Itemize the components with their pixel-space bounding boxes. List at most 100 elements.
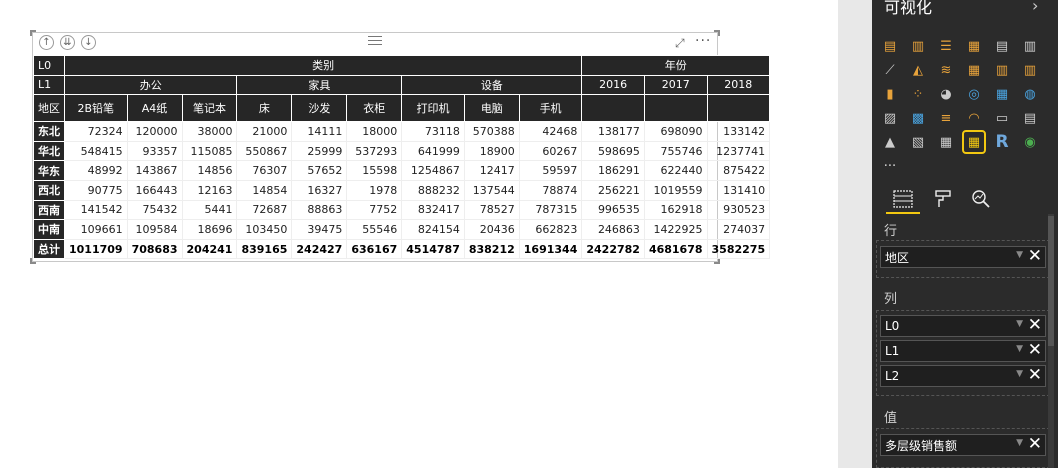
table-cell: 133142 <box>706 121 771 142</box>
remove-field-icon[interactable]: ✕ <box>1028 246 1042 266</box>
column-header: 打印机 <box>401 94 465 123</box>
rows-field-well[interactable]: 地区 ▼ ✕ <box>880 246 1046 268</box>
table-cell: 15598 <box>346 160 403 181</box>
chevron-down-icon[interactable]: ▼ <box>1016 319 1023 329</box>
map-icon[interactable]: ◍ <box>1020 84 1040 104</box>
row-header: 华东 <box>33 160 65 181</box>
expand-all-icon[interactable]: ⇊ <box>60 35 75 50</box>
chevron-down-icon[interactable]: ▼ <box>1016 438 1023 448</box>
kpi-icon[interactable]: ▲ <box>880 132 900 152</box>
table-cell: 256221 <box>581 179 645 201</box>
format-paint-roller-icon[interactable] <box>926 184 960 214</box>
drill-up-icon[interactable]: ↑ <box>39 35 54 50</box>
field-well-label: 多层级销售额 <box>885 438 958 453</box>
table-cell: 120000 <box>126 121 183 142</box>
table-icon[interactable]: ▦ <box>936 132 956 152</box>
shape-map-icon[interactable]: ▩ <box>908 108 928 128</box>
table-cell: 662823 <box>518 219 583 240</box>
drag-grip-icon[interactable] <box>368 36 382 46</box>
table-cell: 72324 <box>64 121 128 142</box>
level-label: L0 <box>33 55 65 76</box>
table-cell: 641999 <box>401 140 465 162</box>
visual-header: ↑ ⇊ ↓ ⤢ ··· <box>33 33 717 53</box>
table-cell: 598695 <box>581 140 645 162</box>
column-subgroup-header: 2017 <box>643 74 708 96</box>
r-script-icon[interactable]: R <box>992 132 1012 152</box>
analytics-magnifier-icon[interactable] <box>964 184 998 214</box>
fields-tab-icon[interactable] <box>886 184 920 214</box>
table-cell: 246863 <box>581 219 645 240</box>
line-stacked-column-icon[interactable]: ▥ <box>992 60 1012 80</box>
filled-map-icon[interactable]: ▨ <box>880 108 900 128</box>
focus-mode-icon[interactable]: ⤢ <box>675 36 685 51</box>
matrix-icon[interactable]: ▦ <box>962 130 986 154</box>
column-header: 沙发 <box>291 94 348 123</box>
column-header: 衣柜 <box>346 94 403 123</box>
clustered-column-icon[interactable]: ▦ <box>964 36 984 56</box>
total-cell: 636167 <box>346 238 403 260</box>
collapse-chevron-icon[interactable]: › <box>1032 0 1038 15</box>
column-header <box>643 94 708 123</box>
stacked-area-icon[interactable]: ≋ <box>936 60 956 80</box>
column-field-well-l1[interactable]: L1 ▼ ✕ <box>880 340 1046 362</box>
area-chart-icon[interactable]: ◭ <box>908 60 928 80</box>
table-cell: 755746 <box>643 140 708 162</box>
matrix-visual[interactable]: ↑ ⇊ ↓ ⤢ ··· L0 类别 年份 L1 办公 家具 设备 2016 2017 2018 地区… <box>30 30 771 264</box>
table-cell: 622440 <box>643 160 708 181</box>
scatter-icon[interactable]: ⁘ <box>908 84 928 104</box>
remove-field-icon[interactable]: ✕ <box>1028 315 1042 335</box>
column-header: 床 <box>236 94 293 123</box>
table-cell: 60267 <box>518 140 583 162</box>
table-cell: 143867 <box>126 160 183 181</box>
field-well-label: L0 <box>885 319 900 333</box>
100-column-icon[interactable]: ▥ <box>1020 36 1040 56</box>
rows-section-label: 行 <box>884 224 898 239</box>
pane-scrollbar[interactable] <box>1048 214 1054 468</box>
globe-icon[interactable]: ◉ <box>1020 132 1040 152</box>
table-cell: 537293 <box>346 140 403 162</box>
treemap-icon[interactable]: ▦ <box>992 84 1012 104</box>
clustered-bar-icon[interactable]: ☰ <box>936 36 956 56</box>
row-header-label: 地区 <box>33 94 65 123</box>
table-row: 华北 548415 93357 115085 550867 25999 537293 6419… <box>33 140 771 162</box>
more-visuals-icon[interactable]: ··· <box>880 156 900 176</box>
table-cell: 16327 <box>291 179 348 201</box>
line-column-icon[interactable]: ▦ <box>964 60 984 80</box>
table-cell: 1237741 <box>706 140 771 162</box>
chevron-down-icon[interactable]: ▼ <box>1016 250 1023 260</box>
table-cell: 18900 <box>463 140 520 162</box>
table-cell: 1019559 <box>643 179 708 201</box>
drill-mode-icon[interactable]: ↓ <box>81 35 96 50</box>
column-subgroup-header: 办公 <box>63 74 238 96</box>
row-header: 东北 <box>33 121 65 142</box>
line-chart-icon[interactable]: ⟋ <box>880 60 900 80</box>
table-cell: 115085 <box>181 140 238 162</box>
more-options-icon[interactable]: ··· <box>695 33 711 49</box>
chevron-down-icon[interactable]: ▼ <box>1016 369 1023 379</box>
total-cell: 242427 <box>291 238 348 260</box>
chevron-down-icon[interactable]: ▼ <box>1016 344 1023 354</box>
column-field-well-l0[interactable]: L0 ▼ ✕ <box>880 315 1046 337</box>
ribbon-chart-icon[interactable]: ▥ <box>1020 60 1040 80</box>
table-cell: 930523 <box>706 199 771 221</box>
funnel-icon[interactable]: ≡ <box>936 108 956 128</box>
donut-chart-icon[interactable]: ◎ <box>964 84 984 104</box>
slicer-icon[interactable]: ▧ <box>908 132 928 152</box>
100-bar-icon[interactable]: ▤ <box>992 36 1012 56</box>
table-cell: 162918 <box>643 199 708 221</box>
remove-field-icon[interactable]: ✕ <box>1028 340 1042 360</box>
card-icon[interactable]: ▭ <box>992 108 1012 128</box>
column-field-well-l2[interactable]: L2 ▼ ✕ <box>880 365 1046 387</box>
remove-field-icon[interactable]: ✕ <box>1028 434 1042 454</box>
remove-field-icon[interactable]: ✕ <box>1028 365 1042 385</box>
table-cell: 14111 <box>291 121 348 142</box>
scrollbar-thumb[interactable] <box>1048 216 1054 346</box>
stacked-column-icon[interactable]: ▥ <box>908 36 928 56</box>
waterfall-icon[interactable]: ▮ <box>880 84 900 104</box>
multi-row-card-icon[interactable]: ▤ <box>1020 108 1040 128</box>
pane-divider <box>838 0 872 468</box>
gauge-icon[interactable]: ◠ <box>964 108 984 128</box>
pie-chart-icon[interactable]: ◕ <box>936 84 956 104</box>
values-field-well[interactable]: 多层级销售额 ▼ ✕ <box>880 434 1046 456</box>
stacked-bar-icon[interactable]: ▤ <box>880 36 900 56</box>
